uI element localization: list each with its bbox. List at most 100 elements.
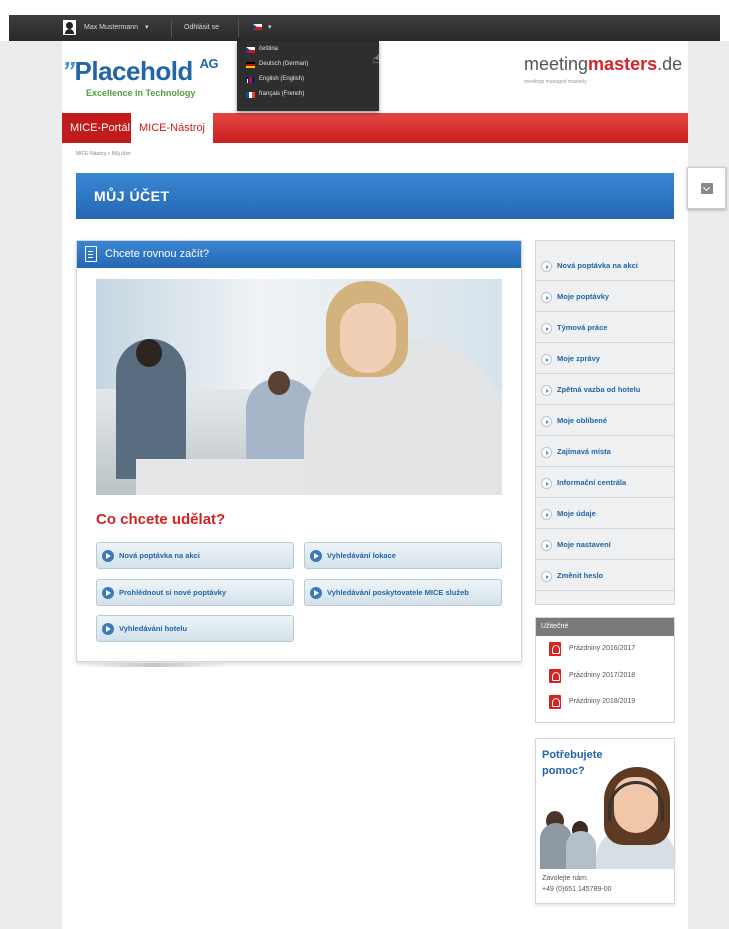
document-icon <box>85 246 97 262</box>
language-option-label: Deutsch (German) <box>259 61 309 67</box>
language-selector[interactable]: ▾ <box>253 15 271 41</box>
language-option-label: čeština <box>259 46 279 52</box>
quick-start-panel: Chcete rovnou začít? Co chcete udělat? N… <box>76 240 522 662</box>
arrow-right-icon <box>541 292 552 303</box>
partner-tagline: meetings managed masterly <box>524 79 587 85</box>
chevron-down-icon[interactable]: ▾ <box>268 24 272 31</box>
arrow-right-icon <box>102 587 114 599</box>
menu-item-teamwork[interactable]: Týmová práce <box>536 313 674 343</box>
user-menu[interactable]: Max Mustermann ▾ <box>84 15 149 41</box>
arrow-right-icon <box>541 447 552 458</box>
user-icon[interactable] <box>63 20 76 35</box>
menu-item-label: Zajímavá místa <box>557 447 611 456</box>
button-label: Nová poptávka na akci <box>119 551 200 560</box>
logo-suffix: AG <box>199 56 219 71</box>
menu-item-label: Moje zprávy <box>557 354 600 363</box>
arrow-right-icon <box>541 571 552 582</box>
divider <box>238 19 239 37</box>
tab-mice-portal[interactable]: MICE-Portál <box>62 113 138 143</box>
logo-tagline: Excellence in Technology <box>86 88 196 98</box>
arrow-right-icon <box>541 540 552 551</box>
user-name[interactable]: Max Mustermann <box>84 24 138 31</box>
button-label: Vyhledávání lokace <box>327 551 396 560</box>
useful-box: Užitečné Prázdniny 2016/2017 Prázdniny 2… <box>535 617 675 723</box>
menu-item-label: Informační centrála <box>557 478 627 487</box>
language-option-de[interactable]: Deutsch (German) <box>237 58 379 71</box>
breadcrumb[interactable]: MICE-Nástroj > Můj účet <box>76 151 131 157</box>
page-title: MŮJ ÚČET <box>94 188 170 204</box>
logo-mark: ” <box>62 56 75 86</box>
menu-item-my-requests[interactable]: Moje poptávky <box>536 282 674 312</box>
pdf-icon <box>549 695 561 709</box>
section-title: Co chcete udělat? <box>96 511 226 528</box>
menu-item-hotel-feedback[interactable]: Zpětná vazba od hotelu <box>536 375 674 405</box>
arrow-right-icon <box>541 385 552 396</box>
account-menu: Nová poptávka na akci Moje poptávky Týmo… <box>535 240 675 605</box>
arrow-right-icon <box>541 416 552 427</box>
partner-suffix: .de <box>657 54 683 74</box>
menu-item-change-password[interactable]: Změnit heslo <box>536 561 674 591</box>
hand-cursor-icon: ☝ <box>373 52 381 66</box>
menu-item-label: Týmová práce <box>557 323 608 332</box>
logout-link[interactable]: Odhlásit se <box>184 15 219 41</box>
page-title-bar: MŮJ ÚČET <box>76 173 674 219</box>
menu-item-info-center[interactable]: Informační centrála <box>536 468 674 498</box>
menu-item-favorites[interactable]: Moje oblíbené <box>536 406 674 436</box>
menu-item-my-data[interactable]: Moje údaje <box>536 499 674 529</box>
pdf-link-label: Prázdniny 2018/2019 <box>569 698 636 705</box>
flag-cz-icon <box>246 47 255 53</box>
hero-image <box>96 279 502 495</box>
pdf-icon <box>549 669 561 683</box>
logo-name: Placehold <box>74 56 194 86</box>
divider <box>171 19 172 37</box>
pdf-link[interactable]: Prázdniny 2017/2018 <box>549 668 669 684</box>
pdf-link[interactable]: Prázdniny 2018/2019 <box>549 694 669 710</box>
arrow-right-icon <box>310 550 322 562</box>
menu-item-settings[interactable]: Moje nastavení <box>536 530 674 560</box>
language-option-en[interactable]: English (English) <box>237 73 379 86</box>
menu-item-places[interactable]: Zajímavá místa <box>536 437 674 467</box>
company-logo[interactable]: ”Placehold AG <box>62 56 219 87</box>
partner-prefix: meeting <box>524 54 589 74</box>
panel-title: Chcete rovnou začít? <box>105 248 209 260</box>
menu-item-label: Moje údaje <box>557 509 596 518</box>
hotel-search-button[interactable]: Vyhledávání hotelu <box>96 615 294 642</box>
flag-fr-icon <box>246 92 255 98</box>
menu-item-label: Moje nastavení <box>557 540 611 549</box>
new-event-request-button[interactable]: Nová poptávka na akci <box>96 542 294 569</box>
arrow-right-icon <box>541 478 552 489</box>
help-contact-label: Zavolejte nám: <box>542 875 588 882</box>
arrow-right-icon <box>102 623 114 635</box>
language-dropdown: čeština Deutsch (German) English (Englis… <box>237 41 379 111</box>
mice-provider-search-button[interactable]: Vyhledávání poskytovatele MICE služeb <box>304 579 502 606</box>
panel-shadow <box>85 663 225 667</box>
button-label: Prohlédnout si nové poptávky <box>119 588 227 597</box>
arrow-right-icon <box>102 550 114 562</box>
chevron-down-icon[interactable]: ▾ <box>145 24 149 31</box>
button-label: Vyhledávání poskytovatele MICE služeb <box>327 588 469 597</box>
flag-gb-icon <box>246 77 255 83</box>
flag-cz-icon[interactable] <box>253 24 262 31</box>
main-nav: MICE-Portál MICE-Nástroj <box>62 113 688 143</box>
flag-de-icon <box>246 62 255 68</box>
menu-item-new-request[interactable]: Nová poptávka na akci <box>536 251 674 281</box>
menu-item-label: Moje poptávky <box>557 292 610 301</box>
button-label: Vyhledávání hotelu <box>119 624 188 633</box>
help-phone[interactable]: +49 (0)651 145789-00 <box>542 884 611 895</box>
menu-item-my-messages[interactable]: Moje zprávy <box>536 344 674 374</box>
partner-logo[interactable]: meetingmasters.de <box>524 54 682 75</box>
help-contact: Zavolejte nám: +49 (0)651 145789-00 <box>542 873 611 895</box>
language-option-cs[interactable]: čeština <box>237 43 379 56</box>
location-search-button[interactable]: Vyhledávání lokace <box>304 542 502 569</box>
tab-mice-tool[interactable]: MICE-Nástroj <box>131 113 214 143</box>
language-option-fr[interactable]: français (French) <box>237 88 379 101</box>
partner-bold: masters <box>588 54 658 74</box>
menu-item-label: Moje oblíbené <box>557 416 608 425</box>
pdf-link[interactable]: Prázdniny 2016/2017 <box>549 641 669 657</box>
arrow-right-icon <box>541 354 552 365</box>
view-new-requests-button[interactable]: Prohlédnout si nové poptávky <box>96 579 294 606</box>
side-panel-toggle[interactable] <box>687 167 726 209</box>
pdf-link-label: Prázdniny 2016/2017 <box>569 645 636 652</box>
pdf-link-label: Prázdniny 2017/2018 <box>569 672 636 679</box>
arrow-right-icon <box>541 261 552 272</box>
